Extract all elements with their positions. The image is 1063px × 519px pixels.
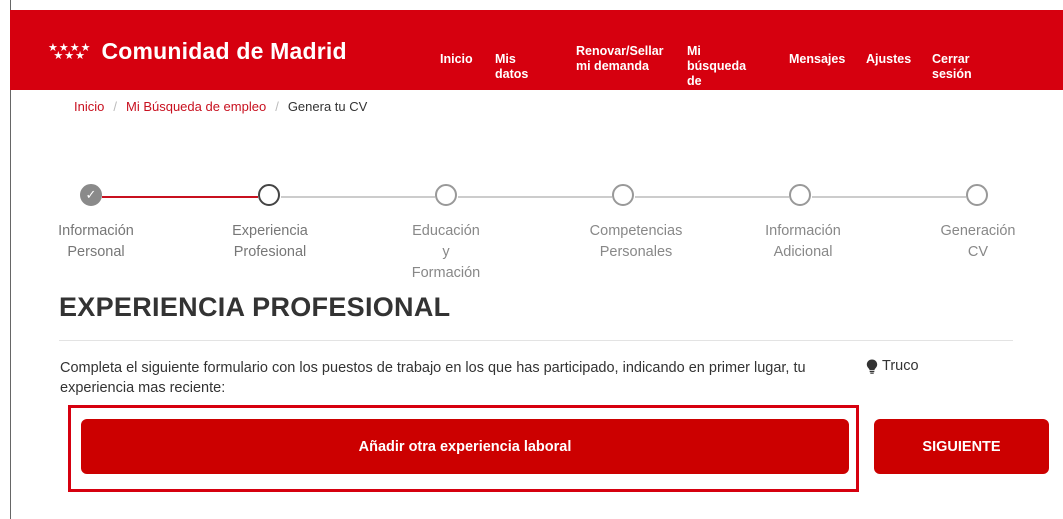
step-5-circle[interactable] [789,184,811,206]
step-2-circle[interactable] [258,184,280,206]
step-label-informacion-adicional: Información Adicional [765,223,841,260]
step-6-circle[interactable] [966,184,988,206]
stepper-connector [635,196,789,198]
next-button[interactable]: SIGUIENTE [874,419,1049,474]
divider [59,340,1013,341]
step-1-check-icon[interactable]: ✓ [80,184,102,206]
stepper-connector [281,196,435,198]
step-3-circle[interactable] [435,184,457,206]
page-title: EXPERIENCIA PROFESIONAL [59,292,451,322]
tip-link[interactable]: Truco [866,358,919,374]
step-label-informacion-personal: Información Personal [58,223,134,260]
stepper-connector [102,196,258,198]
lightbulb-icon [866,359,878,374]
step-4-circle[interactable] [612,184,634,206]
progress-stepper: ✓ Información Personal Experiencia Profesi… [0,0,1063,290]
add-experience-button[interactable]: Añadir otra experiencia laboral [81,419,849,474]
stepper-connector [458,196,612,198]
tip-label: Truco [882,358,919,374]
form-description: Completa el siguiente formulario con los… [60,360,806,396]
step-label-educacion-formacion: Educación y Formación [411,223,481,281]
step-label-competencias-personales: Competencias Personales [589,223,683,260]
step-label-experiencia-profesional: Experiencia Profesional [232,223,308,260]
step-label-generacion-cv: Generación CV [940,223,1016,260]
stepper-connector [812,196,966,198]
